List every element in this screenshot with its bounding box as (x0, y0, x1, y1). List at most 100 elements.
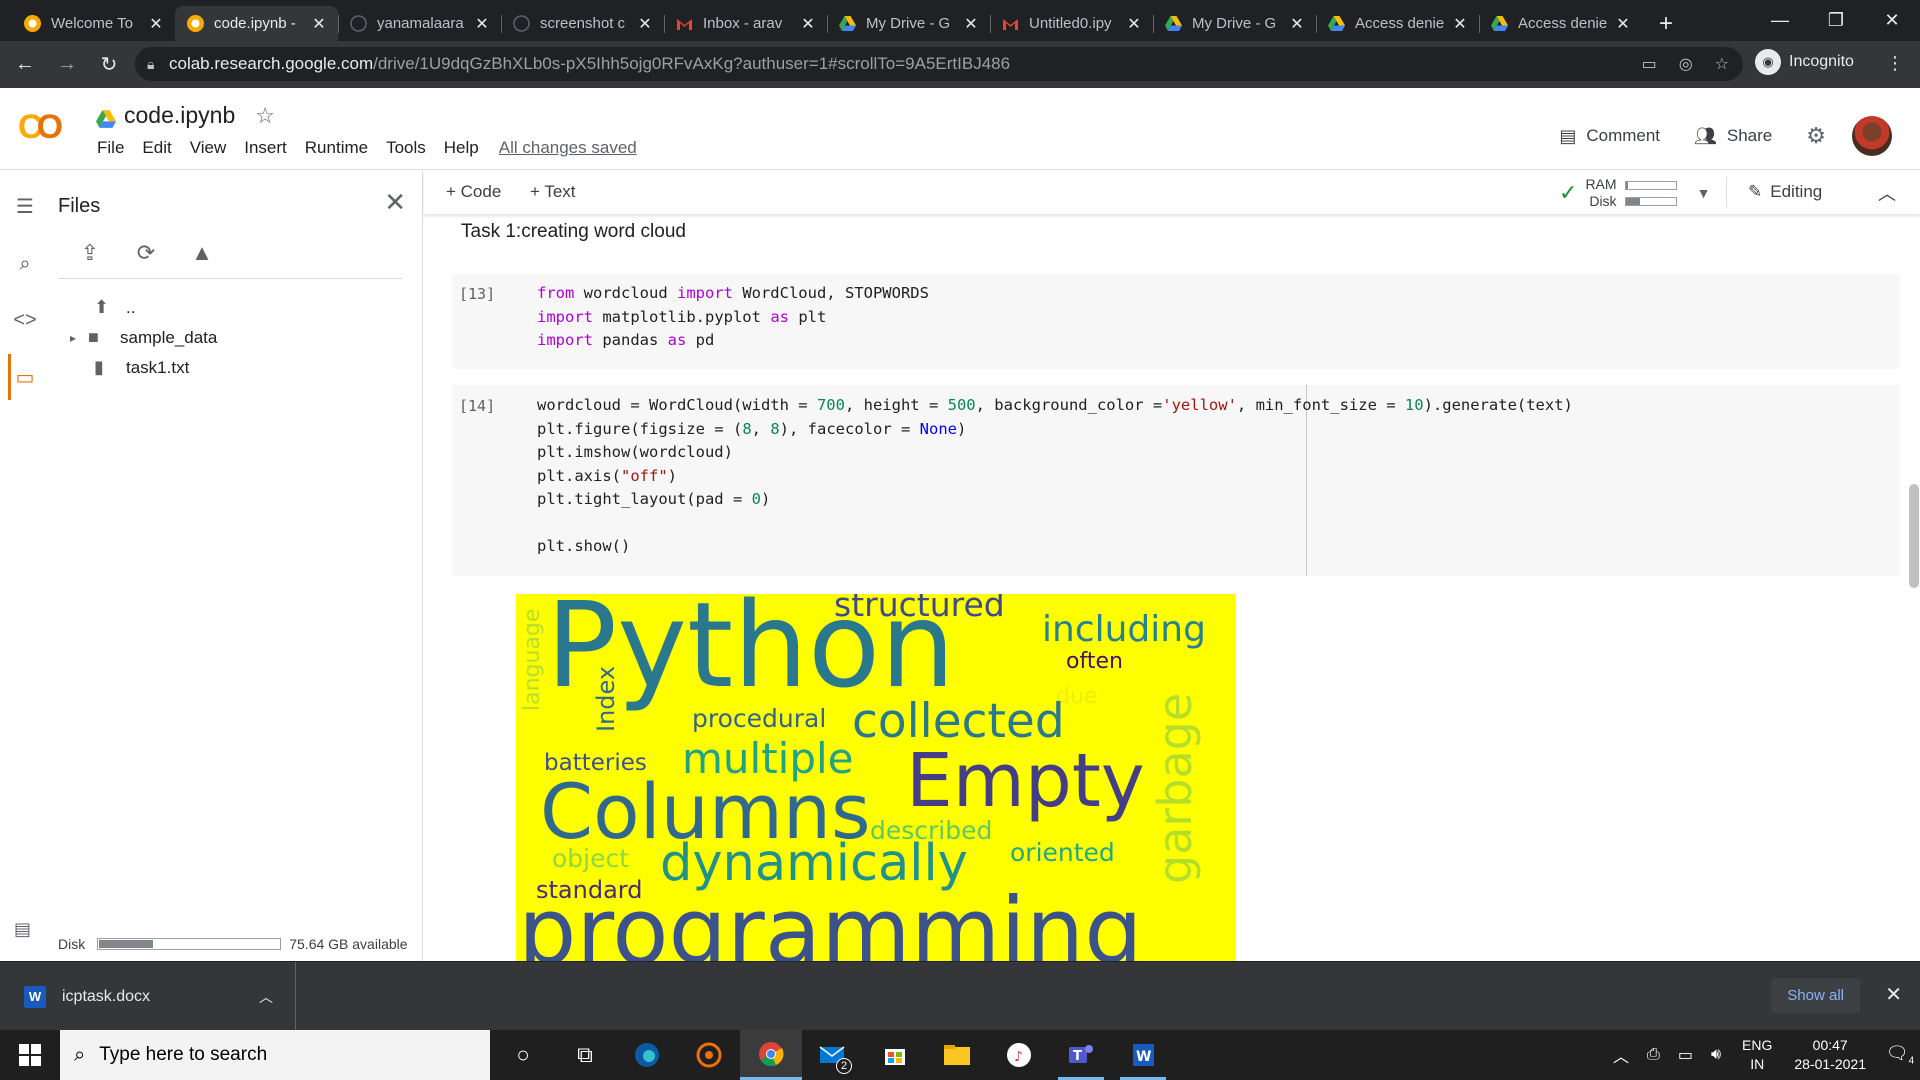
add-text-button[interactable]: + Text (530, 182, 576, 202)
mount-drive-icon[interactable]: ▲ (186, 237, 218, 269)
comment-button[interactable]: ▤ Comment (1559, 126, 1660, 147)
browser-tab[interactable]: yanamalaara ✕ (338, 6, 501, 41)
mail-icon[interactable]: 2 (802, 1030, 864, 1080)
close-icon[interactable]: ✕ (799, 14, 817, 34)
task-view-icon[interactable]: ⧉ (554, 1030, 616, 1080)
chevron-up-icon[interactable]: ︿ (1613, 1043, 1629, 1067)
language-indicator[interactable]: ENG IN (1742, 1036, 1772, 1074)
browser-tab[interactable]: My Drive - G ✕ (827, 6, 990, 41)
scrollbar[interactable] (1908, 214, 1920, 961)
itunes-icon[interactable]: ♪ (988, 1030, 1050, 1080)
browser-tab[interactable]: Untitled0.ipy ✕ (990, 6, 1153, 41)
close-icon[interactable]: ✕ (384, 187, 406, 218)
star-icon[interactable]: ☆ (255, 103, 275, 129)
close-icon[interactable]: ✕ (1451, 14, 1469, 34)
cortana-icon[interactable]: ○ (492, 1030, 554, 1080)
browser-tab[interactable]: Inbox - arav ✕ (664, 6, 827, 41)
chevron-up-icon[interactable]: ︿ (1878, 180, 1896, 206)
upload-icon[interactable]: ⇪ (74, 237, 106, 269)
volume-icon[interactable]: 🔊︎ (1711, 1046, 1721, 1064)
eye-off-icon[interactable]: ◎ (1679, 54, 1693, 74)
close-window-icon[interactable]: ✕ (1864, 0, 1920, 41)
media-icon[interactable] (678, 1030, 740, 1080)
editing-mode-button[interactable]: ✎ Editing (1748, 182, 1822, 202)
file-tree-item[interactable]: ▮ task1.txt (80, 357, 189, 378)
gear-icon[interactable]: ⚙ (1806, 123, 1826, 149)
browser-tab[interactable]: Access denie ✕ (1479, 6, 1642, 41)
share-button[interactable]: 👥︎ Share (1694, 126, 1772, 147)
code-cell[interactable]: [14] wordcloud = WordCloud(width = 700, … (452, 385, 1900, 576)
word-icon[interactable]: W (1112, 1030, 1174, 1080)
bookmark-star-icon[interactable]: ☆ (1715, 54, 1729, 74)
chevron-down-icon[interactable]: ▼ (1697, 185, 1711, 201)
resources-indicator[interactable]: ✓ RAM Disk ▼ (1559, 176, 1710, 210)
menu-tools[interactable]: Tools (377, 138, 435, 158)
restore-icon[interactable]: ❐ (1808, 0, 1864, 41)
taskbar-search[interactable]: ⌕ Type here to search (60, 1030, 490, 1080)
back-icon[interactable]: ← (8, 48, 42, 82)
show-all-button[interactable]: Show all (1771, 978, 1860, 1013)
avatar[interactable] (1852, 116, 1892, 156)
new-tab-button[interactable]: + (1648, 6, 1684, 41)
browser-tab[interactable]: screenshot c ✕ (501, 6, 664, 41)
teams-icon[interactable]: T (1050, 1030, 1112, 1080)
menu-file[interactable]: File (88, 138, 133, 158)
close-icon[interactable]: ✕ (310, 14, 328, 34)
table-of-contents-icon[interactable]: ☰ (12, 193, 38, 219)
code-editor[interactable]: wordcloud = WordCloud(width = 700, heigh… (537, 394, 1573, 559)
terminal-icon[interactable]: ▤ (14, 919, 31, 940)
chrome-icon[interactable] (740, 1030, 802, 1080)
scrollbar-thumb[interactable] (1909, 484, 1919, 588)
menu-view[interactable]: View (181, 138, 236, 158)
close-icon[interactable]: ✕ (636, 14, 654, 34)
disk-label: Disk (58, 936, 86, 952)
close-icon[interactable]: ✕ (147, 14, 165, 34)
browser-tab[interactable]: Access denie ✕ (1316, 6, 1479, 41)
menu-insert[interactable]: Insert (235, 138, 296, 158)
save-status[interactable]: All changes saved (490, 138, 646, 158)
close-icon[interactable]: ✕ (1125, 14, 1143, 34)
code-snippets-icon[interactable]: <> (12, 307, 38, 333)
minimize-icon[interactable]: — (1752, 0, 1808, 41)
close-icon[interactable]: ✕ (1288, 14, 1306, 34)
menu-help[interactable]: Help (435, 138, 488, 158)
incognito-label: Incognito (1789, 53, 1854, 70)
refresh-folder-icon[interactable]: ⟳ (130, 237, 162, 269)
notebook-name[interactable]: code.ipynb (124, 102, 235, 129)
browser-tab[interactable]: Welcome To ✕ (12, 6, 175, 41)
browser-menu-icon[interactable]: ⋮ (1886, 53, 1904, 74)
reload-icon[interactable]: ↻ (92, 48, 126, 82)
notification-center-icon[interactable]: 🗨︎4 (1880, 1043, 1920, 1067)
close-icon[interactable]: ✕ (1885, 982, 1902, 1007)
start-button[interactable] (0, 1030, 60, 1080)
file-explorer-icon[interactable] (926, 1030, 988, 1080)
close-icon[interactable]: ✕ (473, 14, 491, 34)
cast-icon[interactable]: ▭ (1642, 54, 1657, 74)
folder-icon[interactable]: ▭ (12, 364, 38, 390)
menu-runtime[interactable]: Runtime (296, 138, 377, 158)
meet-now-icon[interactable]: ⎙ (1647, 1046, 1660, 1064)
add-code-button[interactable]: + Code (446, 182, 501, 202)
download-item[interactable]: W icptask.docx ︿ (0, 962, 296, 1031)
colab-logo[interactable]: CO (18, 108, 63, 147)
text-cell[interactable]: Task 1:creating word cloud (461, 221, 686, 243)
search-icon[interactable]: ⌕ (12, 251, 38, 277)
edge-icon[interactable] (616, 1030, 678, 1080)
close-icon[interactable]: ✕ (1614, 14, 1632, 34)
browser-tab-active[interactable]: code.ipynb - ✕ (175, 6, 338, 41)
file-tree-item[interactable]: ▸ ■ sample_data (58, 327, 217, 348)
code-cell[interactable]: [13] from wordcloud import WordCloud, ST… (452, 274, 1900, 369)
chevron-up-icon[interactable]: ︿ (259, 987, 273, 1007)
incognito-indicator[interactable]: ◉ Incognito (1755, 49, 1854, 75)
code-editor[interactable]: from wordcloud import WordCloud, STOPWOR… (537, 282, 929, 353)
file-tree-item[interactable]: ⬆ .. (80, 297, 135, 318)
expand-caret-icon[interactable]: ▸ (58, 331, 88, 345)
store-icon[interactable] (864, 1030, 926, 1080)
forward-icon[interactable]: → (50, 48, 84, 82)
address-bar[interactable]: 🔒︎ colab.research.google.com/drive/1U9dq… (135, 47, 1743, 81)
clock[interactable]: 00:47 28-01-2021 (1794, 1036, 1866, 1074)
menu-edit[interactable]: Edit (133, 138, 180, 158)
close-icon[interactable]: ✕ (962, 14, 980, 34)
battery-icon[interactable]: ▭ (1678, 1045, 1693, 1065)
browser-tab[interactable]: My Drive - G ✕ (1153, 6, 1316, 41)
